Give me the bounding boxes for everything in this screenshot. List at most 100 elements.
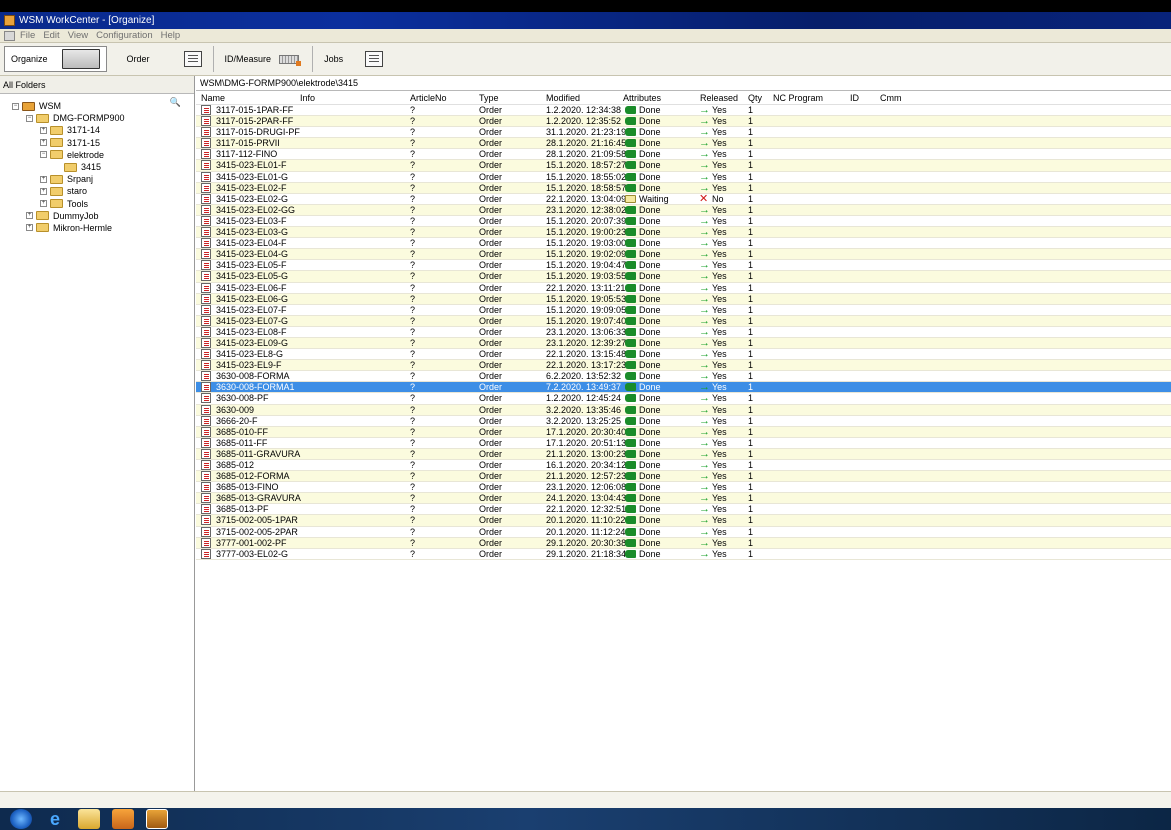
table-row[interactable]: 3415-023-EL01-G? Order 15.1.2020. 18:55:02… [196,171,1171,183]
table-row[interactable]: 3415-023-EL07-G? Order 15.1.2020. 19:07:40… [196,315,1171,327]
tree-node[interactable]: 3415 [0,161,194,173]
table-row[interactable]: 3415-023-EL04-G? Order 15.1.2020. 19:02:09… [196,249,1171,261]
expand-icon[interactable]: + [26,212,33,220]
table-row[interactable]: 3777-001-002-PF? Order 29.1.2020. 20:30:38… [196,537,1171,549]
table-row[interactable]: 3117-112-FINO? Order 28.1.2020. 21:09:58 Do… [196,149,1171,161]
table-row[interactable]: 3685-012-FORMA? Order 21.1.2020. 12:57:23 D… [196,471,1171,483]
table-row[interactable]: 3630-008-FORMA? Order 6.2.2020. 13:52:32 Do… [196,371,1171,383]
table-row[interactable]: 3777-003-EL02-G? Order 29.1.2020. 21:18:34… [196,548,1171,560]
window-titlebar[interactable]: WSM WorkCenter - [Organize] [0,12,1171,29]
col-attributes[interactable]: Attributes [623,93,661,103]
cell-type: Order [479,293,503,304]
tree-node[interactable]: − WSM [0,100,194,112]
wsm-taskbar-icon[interactable] [146,809,168,829]
table-row[interactable]: 3685-013-PF? Order 22.1.2020. 12:32:51 Done… [196,504,1171,516]
cell-name: 3415-023-EL09-G [216,337,289,348]
menu-configuration[interactable]: Configuration [96,30,153,41]
col-type[interactable]: Type [479,93,499,103]
tree-node[interactable]: +3171-14 [0,124,194,136]
expand-icon[interactable]: + [40,126,47,134]
jobs-button[interactable]: Jobs [318,45,389,73]
table-row[interactable]: 3415-023-EL05-G? Order 15.1.2020. 19:03:55… [196,271,1171,283]
col-id[interactable]: ID [850,93,859,103]
table-row[interactable]: 3415-023-EL9-F? Order 22.1.2020. 13:17:23 D… [196,360,1171,372]
menu-edit[interactable]: Edit [43,30,59,41]
file-explorer-icon[interactable] [78,809,100,829]
done-icon [625,405,636,414]
table-row[interactable]: 3685-010-FF? Order 17.1.2020. 20:30:40 Done… [196,426,1171,438]
table-row[interactable]: 3415-023-EL03-G? Order 15.1.2020. 19:00:23… [196,227,1171,239]
tree-node[interactable]: − DMG-FORMP900 [0,112,194,124]
col-name[interactable]: Name [201,93,225,103]
table-row[interactable]: 3117-015-2PAR-FF? Order 1.2.2020. 12:35:52… [196,116,1171,128]
table-row[interactable]: 3685-013-FINO? Order 23.1.2020. 12:06:08 Do… [196,482,1171,494]
collapse-icon[interactable]: − [12,102,19,110]
cell-modified: 15.1.2020. 18:58:57 [546,182,627,193]
tree-node[interactable]: + Srpanj [0,173,194,185]
table-row[interactable]: 3415-023-EL06-F? Order 22.1.2020. 13:11:21… [196,282,1171,294]
col-info[interactable]: Info [300,93,315,103]
organize-button[interactable]: Organize [4,46,107,72]
table-row[interactable]: 3685-013-GRAVURA? Order 24.1.2020. 13:04:4… [196,493,1171,505]
collapse-icon[interactable]: − [40,151,47,159]
cell-articleno: ? [410,326,416,337]
internet-explorer-icon[interactable]: e [44,809,66,829]
col-nc-program[interactable]: NC Program [773,93,823,103]
tree-node[interactable]: + Mikron-Hermle [0,222,194,234]
table-row[interactable]: 3666-20-F? Order 3.2.2020. 13:25:25 Done → Ye… [196,415,1171,427]
expand-icon[interactable]: + [40,187,47,195]
table-row[interactable]: 3415-023-EL04-F? Order 15.1.2020. 19:03:00… [196,238,1171,250]
expand-icon[interactable]: + [40,200,47,208]
tree-node[interactable]: − elektrode [0,149,194,161]
col-qty[interactable]: Qty [748,93,762,103]
mdi-system-icon[interactable] [4,30,15,41]
menu-help[interactable]: Help [161,30,181,41]
table-row[interactable]: 3415-023-EL03-F? Order 15.1.2020. 20:07:39… [196,215,1171,228]
tree-node-label: 3171-14 [67,125,101,136]
tree-node[interactable]: + staro [0,185,194,197]
cell-type: Order [479,182,503,193]
table-row[interactable]: 3630-008-PF? Order 1.2.2020. 12:45:24 Done →… [196,393,1171,405]
expand-icon[interactable]: + [40,139,47,147]
cell-qty: 1 [748,127,754,138]
table-row[interactable]: 3685-011-GRAVURA? Order 21.1.2020. 13:00:2… [196,448,1171,460]
col-released[interactable]: Released [700,93,738,103]
table-row[interactable]: 3117-015-1PAR-FF? Order 1.2.2020. 12:34:38… [196,105,1171,117]
outlook-icon[interactable] [112,809,134,829]
cell-name: 3630-008-FORMA1 [216,382,295,393]
col-modified[interactable]: Modified [546,93,580,103]
table-row[interactable]: 3715-002-005-2PAR? Order 20.1.2020. 11:12:… [196,526,1171,538]
collapse-icon[interactable]: − [26,114,33,122]
table-row[interactable]: 3415-023-EL02-GG? Order 23.1.2020. 12:38:0… [196,204,1171,216]
menu-file[interactable]: File [20,30,35,41]
col-cmm[interactable]: Cmm [880,93,902,103]
table-row[interactable]: 3685-011-FF? Order 17.1.2020. 20:51:13 Done… [196,437,1171,449]
tree-node[interactable]: +3171-15 [0,137,194,149]
cell-modified: 29.1.2020. 20:30:38 [546,537,627,548]
tree-node[interactable]: + DummyJob [0,210,194,222]
table-row[interactable]: 3415-023-EL09-G? Order 23.1.2020. 12:39:27… [196,337,1171,350]
cell-type: Order [479,204,503,215]
table-row[interactable]: 3685-012? Order 16.1.2020. 20:34:12 Done → Ye… [196,460,1171,472]
table-row[interactable]: 3415-023-EL08-F? Order 23.1.2020. 13:06:33… [196,326,1171,338]
table-row[interactable]: 3415-023-EL8-G? Order 22.1.2020. 13:15:48 D… [196,349,1171,361]
table-row[interactable]: 3630-009? Order 3.2.2020. 13:35:46 Done → Yes… [196,404,1171,416]
table-row[interactable]: 3715-002-005-1PAR? Order 20.1.2020. 11:10:… [196,515,1171,527]
measure-button[interactable]: ID/Measure [219,45,308,73]
table-row[interactable]: 3415-023-EL05-F? Order 15.1.2020. 19:04:47… [196,260,1171,272]
menu-view[interactable]: View [68,30,88,41]
table-row[interactable]: 3630-008-FORMA1? Order 7.2.2020. 13:49:37 D… [196,382,1171,394]
table-row[interactable]: 3415-023-EL02-F? Order 15.1.2020. 18:58:57… [196,182,1171,194]
tree-node[interactable]: + Tools [0,198,194,210]
table-row[interactable]: 3117-015-DRUGI-PF? Order 31.1.2020. 21:23:… [196,127,1171,139]
expand-icon[interactable]: + [26,224,33,232]
col-articleno[interactable]: ArticleNo [410,93,447,103]
table-row[interactable]: 3117-015-PRVII? Order 28.1.2020. 21:16:45 D… [196,138,1171,150]
order-button[interactable]: Order [121,45,208,73]
table-row[interactable]: 3415-023-EL02-G? Order 22.1.2020. 13:04:09… [196,193,1171,205]
table-row[interactable]: 3415-023-EL07-F? Order 15.1.2020. 19:09:05… [196,304,1171,316]
start-button[interactable] [10,809,32,829]
expand-icon[interactable]: + [40,175,47,183]
table-row[interactable]: 3415-023-EL06-G? Order 15.1.2020. 19:05:53… [196,293,1171,305]
table-row[interactable]: 3415-023-EL01-F? Order 15.1.2020. 18:57:27… [196,160,1171,172]
